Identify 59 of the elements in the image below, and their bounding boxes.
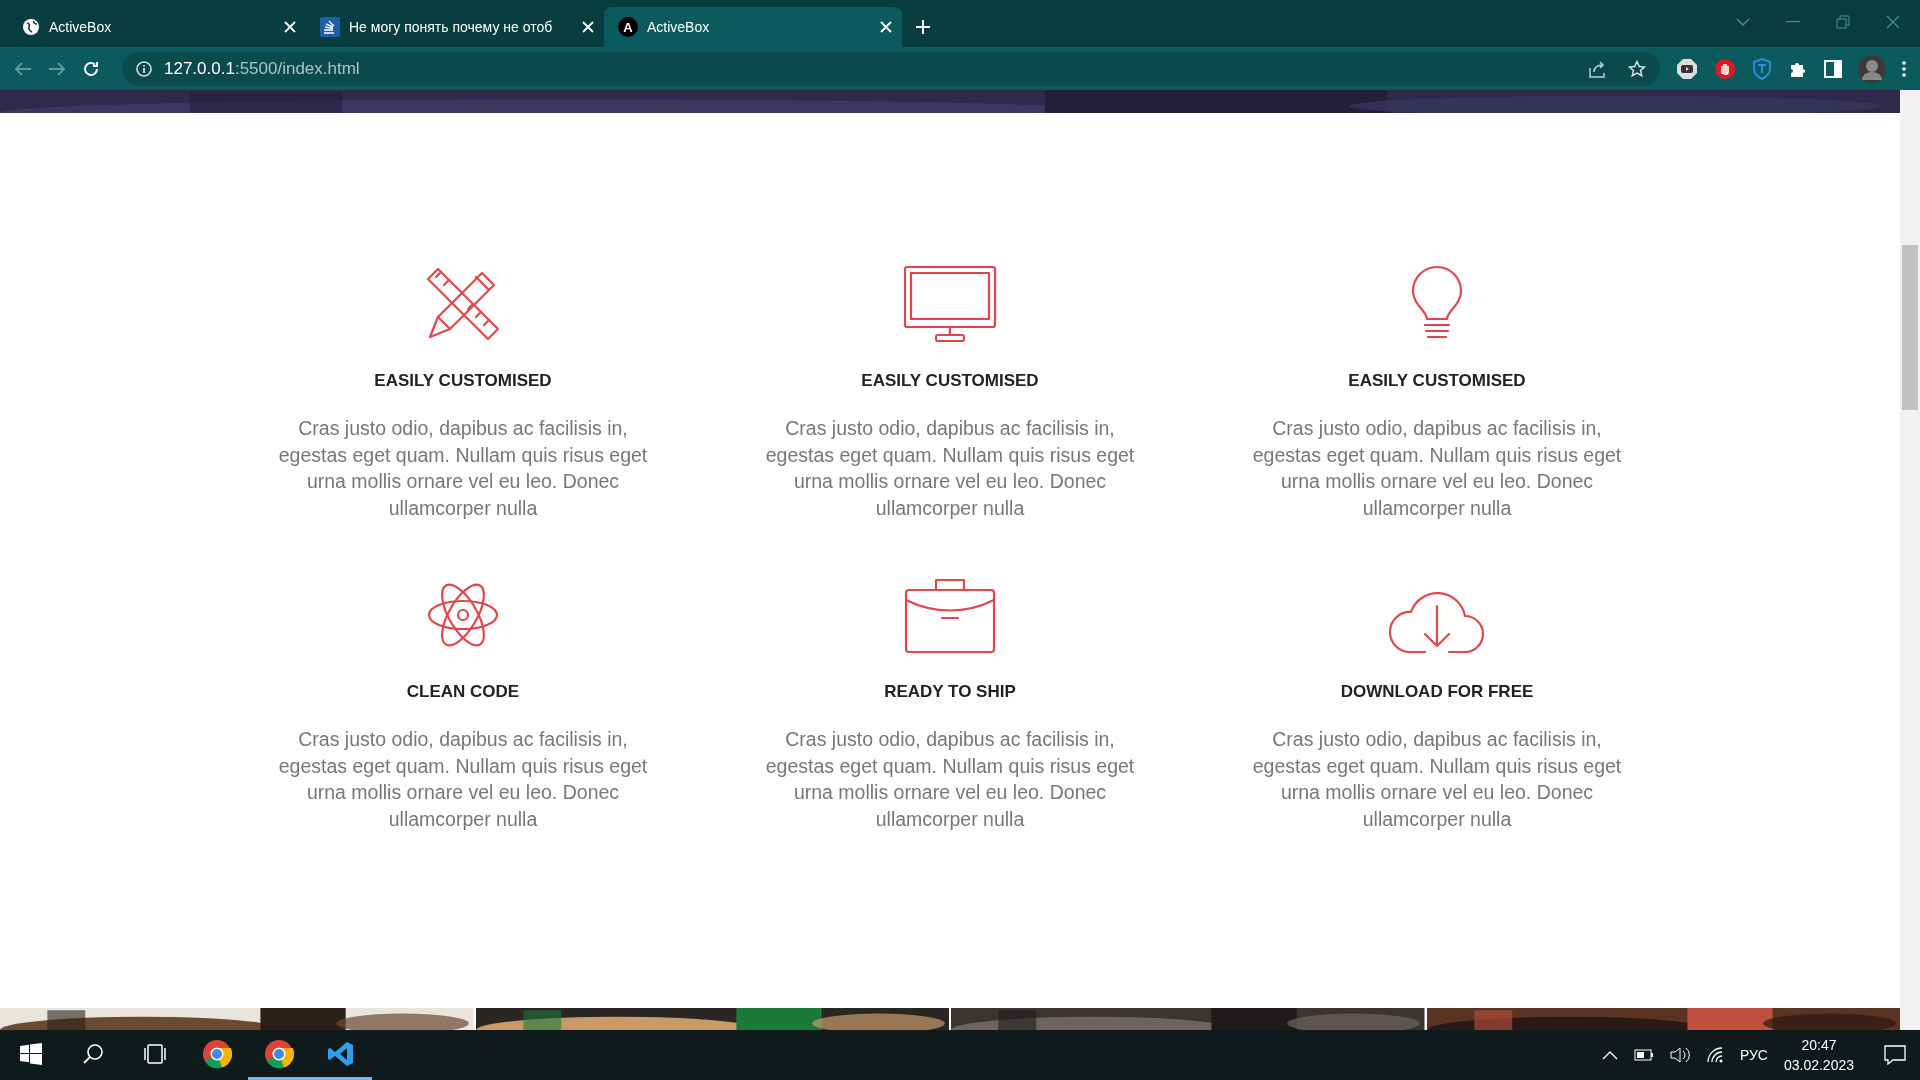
feature-title: EASILY CUSTOMISED xyxy=(1348,371,1526,391)
task-view-icon xyxy=(143,1042,167,1065)
pencil-ruler-icon xyxy=(424,265,502,343)
feature-title: EASILY CUSTOMISED xyxy=(861,371,1039,391)
profile-avatar[interactable] xyxy=(1858,54,1886,83)
feature-description: Cras justo odio, dapibus ac facilisis in, egestas eget quam. Nullam quis risus eget urna mollis ornare vel eu leo. Donec ullamcorper nulla xyxy=(277,727,649,832)
feature-title: DOWNLOAD FOR FREE xyxy=(1340,682,1534,702)
feature-description: Cras justo odio, dapibus ac facilisis in, egestas eget quam. Nullam quis risus eget urna mollis ornare vel eu leo. Donec ullamcorper nulla xyxy=(1251,727,1623,832)
tab-logo: A xyxy=(618,17,638,37)
close-tab-icon[interactable] xyxy=(284,21,296,33)
monitor-icon xyxy=(903,265,997,343)
volume-icon xyxy=(1669,1046,1690,1064)
close-tab-icon[interactable] xyxy=(880,21,892,33)
restore-icon[interactable] xyxy=(1836,15,1850,29)
reload-icon[interactable] xyxy=(82,59,100,78)
back-icon[interactable] xyxy=(14,60,32,77)
briefcase-icon xyxy=(904,576,996,654)
search-icon xyxy=(82,1042,104,1065)
clock-time: 20:47 xyxy=(1801,1037,1837,1053)
tab-title: Не могу понять почему не отоб xyxy=(349,19,554,35)
notifications-icon xyxy=(1884,1045,1906,1065)
scrollbar[interactable] xyxy=(1900,90,1920,1030)
feature-description: Cras justo odio, dapibus ac facilisis in, egestas eget quam. Nullam quis risus eget urna mollis ornare vel eu leo. Donec ullamcorper nulla xyxy=(764,727,1136,832)
menu-icon[interactable] xyxy=(1902,60,1906,77)
share-icon[interactable] xyxy=(1588,59,1606,78)
code-editor-icon xyxy=(327,1039,355,1068)
side-panel-icon[interactable] xyxy=(1824,59,1842,78)
chevron-up-icon xyxy=(1601,1050,1618,1060)
forward-icon[interactable] xyxy=(48,60,66,77)
info-icon xyxy=(136,60,152,77)
wifi-icon xyxy=(1705,1046,1724,1064)
chrome-icon xyxy=(202,1038,232,1069)
browser-tab[interactable]: ActiveBox xyxy=(8,7,306,47)
browser-tab[interactable]: A ActiveBox xyxy=(604,7,902,47)
language-indicator[interactable]: РУС xyxy=(1739,1047,1768,1063)
star-icon[interactable] xyxy=(1628,59,1646,78)
clock-date: 03.02.2023 xyxy=(1783,1057,1854,1073)
tab-title: ActiveBox xyxy=(647,19,711,35)
minimize-icon[interactable] xyxy=(1786,21,1800,23)
close-icon[interactable] xyxy=(1886,15,1900,29)
windows-icon xyxy=(20,1042,42,1065)
tab-title: ActiveBox xyxy=(49,19,113,35)
close-tab-icon[interactable] xyxy=(582,21,594,33)
globe-icon xyxy=(22,18,40,36)
tab-search-icon[interactable] xyxy=(1736,18,1750,26)
chrome-icon xyxy=(264,1038,294,1069)
feature-description: Cras justo odio, dapibus ac facilisis in, egestas eget quam. Nullam quis risus eget urna mollis ornare vel eu leo. Donec ullamcorper nulla xyxy=(764,416,1136,521)
browser-tab[interactable]: Не могу понять почему не отоб xyxy=(306,7,604,47)
hand-extension-icon[interactable] xyxy=(1714,57,1736,80)
address-bar[interactable]: 127.0.0.1:5500/index.html xyxy=(122,51,1660,86)
feature-description: Cras justo odio, dapibus ac facilisis in, egestas eget quam. Nullam quis risus eget urna mollis ornare vel eu leo. Donec ullamcorper nulla xyxy=(277,416,649,521)
url-text: 127.0.0.1:5500/index.html xyxy=(164,58,360,79)
battery-icon xyxy=(1633,1049,1654,1061)
video-extension-icon[interactable] xyxy=(1676,57,1698,80)
feature-title: EASILY CUSTOMISED xyxy=(374,371,552,391)
feature-description: Cras justo odio, dapibus ac facilisis in, egestas eget quam. Nullam quis risus eget urna mollis ornare vel eu leo. Donec ullamcorper nulla xyxy=(1251,416,1623,521)
stack-icon xyxy=(320,17,340,37)
feature-title: CLEAN CODE xyxy=(406,682,520,702)
feature-title: READY TO SHIP xyxy=(884,682,1016,702)
